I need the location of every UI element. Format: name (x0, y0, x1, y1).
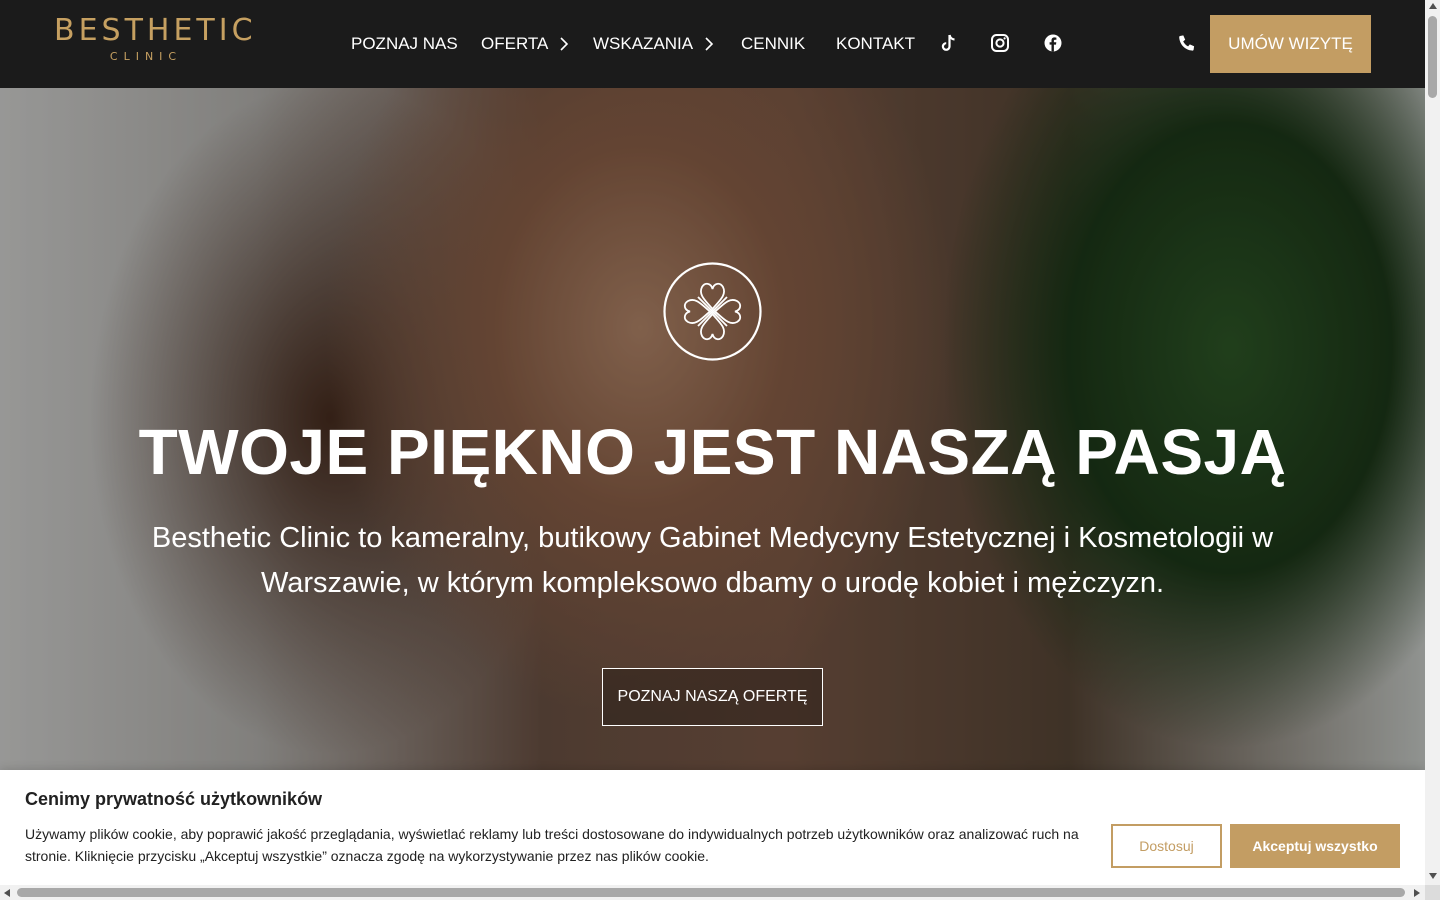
logo[interactable]: BESTHETIC CLINIC (54, 13, 257, 66)
site-header: BESTHETIC CLINIC POZNAJ NAS OFERTA WSKAZ… (0, 0, 1425, 88)
horizontal-scrollbar-thumb[interactable] (17, 888, 1405, 897)
scroll-down-arrow-icon[interactable] (1429, 873, 1437, 879)
hero-section: TWOJE PIĘKNO JEST NASZĄ PASJĄ Besthetic … (0, 88, 1425, 770)
vertical-scrollbar[interactable] (1425, 0, 1440, 885)
clover-hearts-emblem-icon (662, 261, 763, 362)
scroll-left-arrow-icon[interactable] (4, 889, 10, 897)
nav-item-label: KONTAKT (836, 34, 916, 53)
nav-item-cennik[interactable]: CENNIK (741, 32, 805, 56)
scroll-up-arrow-icon[interactable] (1429, 3, 1437, 9)
accept-all-cookies-button[interactable]: Akceptuj wszystko (1230, 824, 1400, 868)
logo-main-text: BESTHETIC (54, 13, 257, 48)
customize-cookies-button[interactable]: Dostosuj (1111, 824, 1222, 868)
cookie-banner: Cenimy prywatność użytkowników Używamy p… (0, 770, 1425, 900)
horizontal-scrollbar[interactable] (0, 885, 1425, 900)
vertical-scrollbar-thumb[interactable] (1428, 16, 1437, 98)
chevron-right-icon (556, 32, 572, 56)
nav-item-wskazania[interactable]: WSKAZANIA (593, 32, 717, 56)
chevron-right-icon (701, 32, 717, 56)
facebook-icon[interactable] (1041, 31, 1065, 55)
nav-item-label: POZNAJ NAS (351, 34, 458, 53)
cookie-title: Cenimy prywatność użytkowników (25, 789, 323, 809)
nav-item-label: OFERTA (481, 34, 548, 53)
nav-item-label: CENNIK (741, 34, 806, 53)
nav-item-label: WSKAZANIA (593, 34, 693, 53)
scroll-right-arrow-icon[interactable] (1414, 889, 1420, 897)
instagram-icon[interactable] (988, 31, 1012, 55)
see-offer-button[interactable]: POZNAJ NASZĄ OFERTĘ (602, 668, 823, 726)
scrollbar-corner (1425, 885, 1440, 900)
phone-icon[interactable] (1175, 31, 1197, 55)
cookie-text: Używamy plików cookie, aby poprawić jako… (25, 826, 1079, 864)
book-visit-button[interactable]: UMÓW WIZYTĘ (1210, 15, 1371, 73)
logo-sub-text: CLINIC (109, 50, 183, 63)
hero-description: Besthetic Clinic to kameralny, butikowy … (151, 522, 1274, 599)
nav-item-kontakt[interactable]: KONTAKT (836, 32, 915, 56)
hero-title: TWOJE PIĘKNO JEST NASZĄ PASJĄ (138, 416, 1287, 488)
nav-item-oferta[interactable]: OFERTA (481, 32, 572, 56)
tiktok-icon[interactable] (936, 31, 960, 55)
nav-item-poznaj-nas[interactable]: POZNAJ NAS (351, 32, 458, 56)
